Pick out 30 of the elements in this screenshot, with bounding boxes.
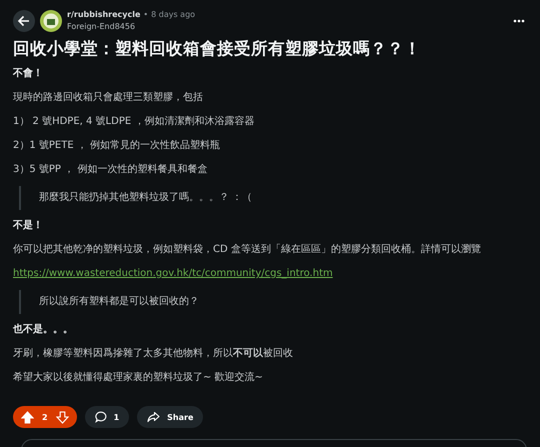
post-time: 8 days ago <box>151 9 196 21</box>
paragraph: 不是！ <box>13 218 44 233</box>
more-icon <box>513 19 525 23</box>
vote-count: 2 <box>42 412 48 422</box>
share-icon <box>147 411 160 423</box>
link[interactable]: https://www.wastereduction.gov.hk/tc/community/cgs_intro.htm <box>13 268 333 279</box>
more-options-button[interactable] <box>511 17 527 25</box>
subreddit-link[interactable]: r/rubbishrecycle <box>67 9 140 21</box>
paragraph: 也不是。。。 <box>13 322 74 337</box>
upvote-icon[interactable] <box>21 410 34 424</box>
back-button[interactable] <box>13 10 35 32</box>
downvote-icon[interactable] <box>56 410 69 424</box>
paragraph: 2）1 號PETE ， 例如常見的一次性飲品塑料瓶 <box>13 138 222 153</box>
paragraph: 現時的路邊回收箱只會處理三類塑膠，包括 <box>13 90 204 105</box>
share-button[interactable]: Share <box>137 406 204 428</box>
paragraph: 不會！ <box>13 66 44 81</box>
paragraph: 牙刷，橡膠等塑料因爲摻雜了太多其他物料，所以不可以被回收 <box>13 346 294 361</box>
quote-text: 那麼我只能扔掉其他塑料垃圾了嗎。。。？ ：（ <box>39 190 254 205</box>
separator-dot: • <box>143 9 148 21</box>
subreddit-avatar-icon[interactable] <box>40 10 62 32</box>
paragraph: 希望大家以後就懂得處理家裏的塑料垃圾了~ 歡迎交流~ <box>13 370 264 385</box>
paragraph: 你可以把其他乾净的塑料垃圾，例如塑料袋，CD 盒等送到「綠在區區」的塑膠分類回收桶。詳情可以瀏覽 <box>13 242 482 257</box>
back-arrow-icon <box>17 14 31 28</box>
comment-icon <box>94 411 107 423</box>
paragraph: 1） 2 號HDPE, 4 號LDPE ，例如清潔劑和沐浴露容器 <box>13 114 256 129</box>
paragraph: 3）5 號PP ， 例如一次性的塑料餐具和餐盒 <box>13 162 208 177</box>
post-title: 回收小學堂：塑料回收箱會接受所有塑膠垃圾嗎？？！ <box>13 38 422 60</box>
quote-text: 所以說所有塑料都是可以被回收的？ <box>39 294 200 309</box>
comments-button[interactable]: 1 <box>84 406 130 428</box>
author-name[interactable]: Foreign-End8456 <box>67 21 196 33</box>
